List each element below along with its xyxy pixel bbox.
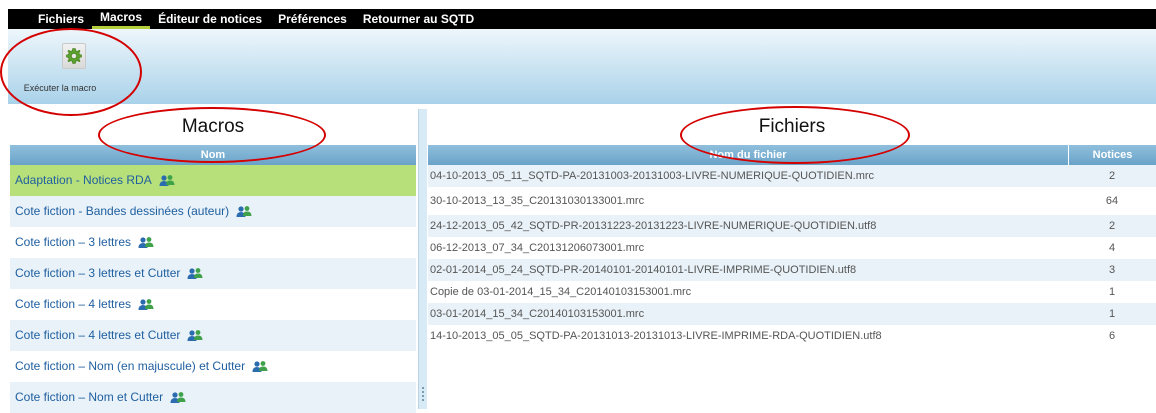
- files-title: Fichiers: [758, 116, 826, 137]
- users-icon: [138, 237, 154, 248]
- notices-count-cell: 2: [1108, 220, 1116, 232]
- macro-item[interactable]: Cote fiction - Bandes dessinées (auteur): [10, 196, 416, 227]
- menu-macros[interactable]: Macros: [92, 9, 151, 29]
- macro-label: Cote fiction – 4 lettres: [15, 297, 132, 311]
- macro-label: Cote fiction – 4 lettres et Cutter: [15, 328, 181, 342]
- notices-count-cell: 1: [1108, 308, 1116, 320]
- macros-list: Adaptation - Notices RDA Cote fiction - …: [10, 165, 416, 413]
- macro-label: Cote fiction – 3 lettres et Cutter: [15, 266, 181, 280]
- notices-count-cell: 6: [1108, 330, 1116, 342]
- macro-item[interactable]: Cote fiction – Nom et Cutter: [10, 382, 416, 413]
- file-name-cell: Copie de 03-01-2014_15_34_C2014010315300…: [430, 286, 692, 298]
- table-row[interactable]: 06-12-2013_07_34_C20131206073001.mrc 4: [428, 237, 1156, 259]
- menu-preferences[interactable]: Préférences: [270, 9, 355, 29]
- table-row[interactable]: 02-01-2014_05_24_SQTD-PR-20140101-201401…: [428, 259, 1156, 281]
- splitter-grip[interactable]: [422, 387, 424, 401]
- column-header-notices[interactable]: Notices: [1068, 145, 1156, 165]
- file-name-cell: 30-10-2013_13_35_C20131030133001.mrc: [430, 195, 645, 207]
- users-icon: [236, 206, 252, 217]
- macro-label: Adaptation - Notices RDA: [15, 173, 152, 187]
- toolbar: Exécuter la macro: [8, 29, 1156, 104]
- macro-label: Cote fiction - Bandes dessinées (auteur): [15, 204, 230, 218]
- gear-icon: [62, 43, 86, 69]
- macro-label: Cote fiction – Nom (en majuscule) et Cut…: [15, 359, 246, 373]
- notices-count-cell: 64: [1105, 195, 1119, 207]
- file-name-cell: 02-01-2014_05_24_SQTD-PR-20140101-201401…: [430, 264, 857, 276]
- macro-item[interactable]: Cote fiction – 3 lettres: [10, 227, 416, 258]
- macros-title: Macros: [181, 116, 245, 137]
- users-icon: [170, 392, 186, 403]
- file-name-cell: 04-10-2013_05_11_SQTD-PA-20131003-201310…: [430, 170, 875, 182]
- table-row[interactable]: 04-10-2013_05_11_SQTD-PA-20131003-201310…: [428, 165, 1156, 187]
- menu-editeur-notices[interactable]: Éditeur de notices: [150, 9, 270, 29]
- file-name-cell: 06-12-2013_07_34_C20131206073001.mrc: [430, 242, 645, 254]
- users-icon: [187, 330, 203, 341]
- notices-count-cell: 4: [1108, 242, 1116, 254]
- notices-count-cell: 1: [1108, 286, 1116, 298]
- menu-retourner-sqtd[interactable]: Retourner au SQTD: [355, 9, 482, 29]
- macro-item[interactable]: Cote fiction – Nom (en majuscule) et Cut…: [10, 351, 416, 382]
- notices-count-cell: 2: [1108, 170, 1116, 182]
- macro-item[interactable]: Cote fiction – 4 lettres et Cutter: [10, 320, 416, 351]
- table-row[interactable]: 30-10-2013_13_35_C20131030133001.mrc 64: [428, 187, 1156, 215]
- users-icon: [252, 361, 268, 372]
- users-icon: [138, 299, 154, 310]
- table-row[interactable]: 03-01-2014_15_34_C20140103153001.mrc 1: [428, 303, 1156, 325]
- table-row[interactable]: Copie de 03-01-2014_15_34_C2014010315300…: [428, 281, 1156, 303]
- macros-panel: Macros Nom Adaptation - Notices RDA Cote…: [10, 109, 416, 413]
- files-panel: Fichiers Nom du fichier Notices 04-10-20…: [428, 109, 1156, 409]
- file-name-cell: 14-10-2013_05_05_SQTD-PA-20131013-201310…: [430, 330, 882, 342]
- run-macro-button[interactable]: Exécuter la macro: [10, 35, 110, 97]
- users-icon: [187, 268, 203, 279]
- macros-column-header[interactable]: Nom: [10, 145, 416, 165]
- file-name-cell: 24-12-2013_05_42_SQTD-PR-20131223-201312…: [430, 220, 877, 232]
- table-row[interactable]: 24-12-2013_05_42_SQTD-PR-20131223-201312…: [428, 215, 1156, 237]
- column-header-filename[interactable]: Nom du fichier: [428, 145, 1068, 165]
- table-row[interactable]: 14-10-2013_05_05_SQTD-PA-20131013-201310…: [428, 325, 1156, 347]
- files-list: 04-10-2013_05_11_SQTD-PA-20131003-201310…: [428, 165, 1156, 347]
- users-icon: [159, 175, 175, 186]
- macro-label: Cote fiction – Nom et Cutter: [15, 390, 164, 404]
- macro-item[interactable]: Cote fiction – 4 lettres: [10, 289, 416, 320]
- menu-bar: Fichiers Macros Éditeur de notices Préfé…: [8, 9, 1156, 29]
- macro-item[interactable]: Adaptation - Notices RDA: [10, 165, 416, 196]
- panel-splitter[interactable]: [418, 109, 427, 409]
- run-macro-label: Exécuter la macro: [23, 83, 97, 93]
- menu-fichiers[interactable]: Fichiers: [8, 9, 92, 29]
- macro-label: Cote fiction – 3 lettres: [15, 235, 132, 249]
- notices-count-cell: 3: [1108, 264, 1116, 276]
- files-column-header: Nom du fichier Notices: [428, 145, 1156, 165]
- file-name-cell: 03-01-2014_15_34_C20140103153001.mrc: [430, 308, 645, 320]
- macro-item[interactable]: Cote fiction – 3 lettres et Cutter: [10, 258, 416, 289]
